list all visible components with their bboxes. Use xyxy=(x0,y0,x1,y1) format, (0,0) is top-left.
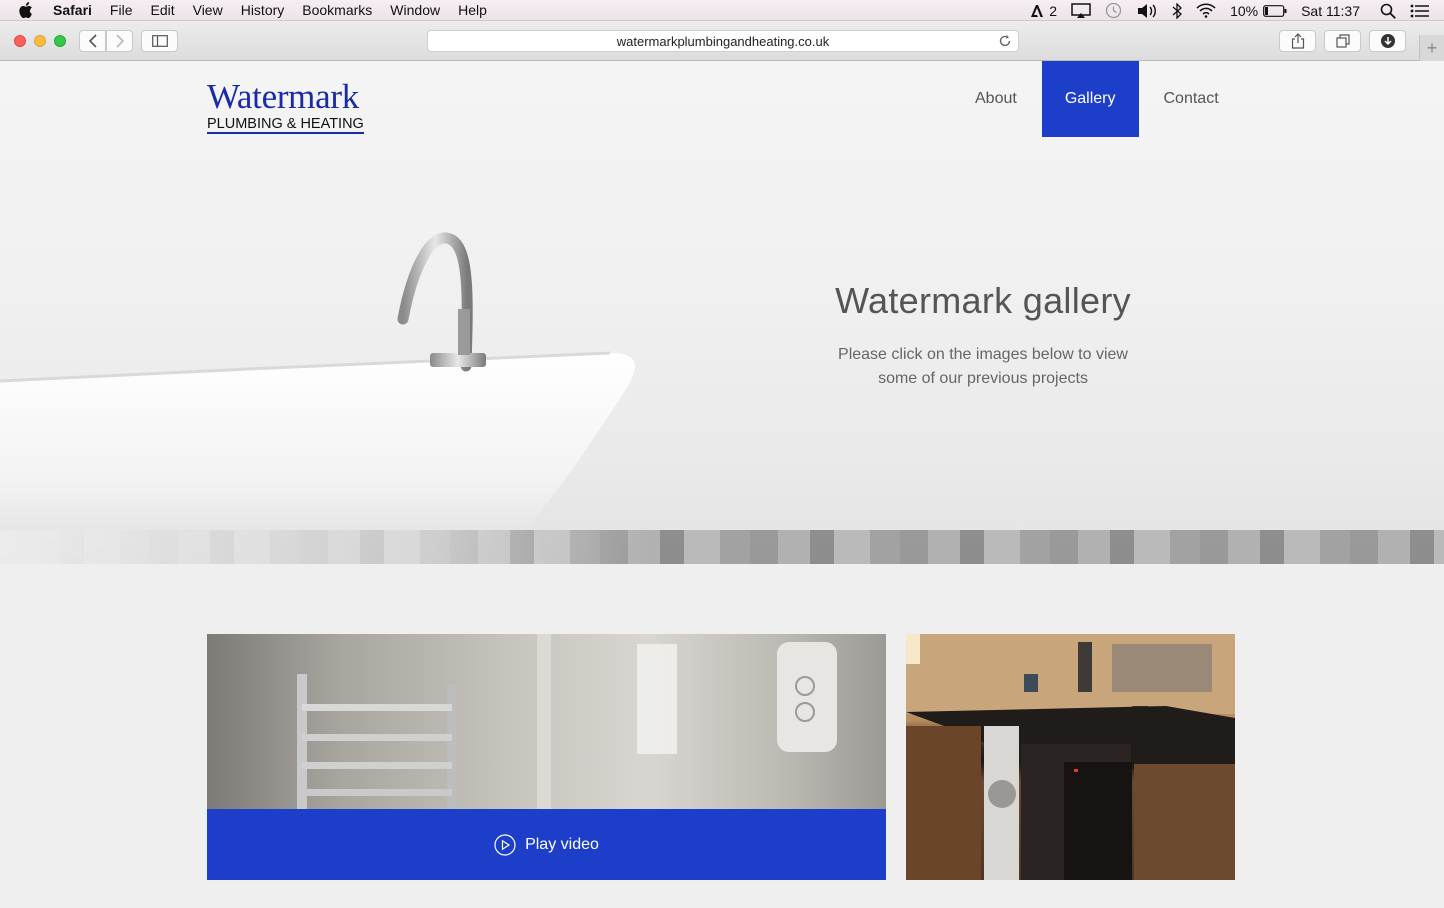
battery-percent: 10% xyxy=(1230,2,1259,19)
address-bar[interactable]: watermarkplumbingandheating.co.uk xyxy=(427,30,1019,52)
menu-bar: Safari File Edit View History Bookmarks … xyxy=(0,0,1444,21)
bathroom-photo xyxy=(297,634,837,809)
adobe-count: 2 xyxy=(1049,2,1058,19)
play-video-button[interactable]: Play video xyxy=(207,809,886,880)
gallery-tile-bathroom[interactable]: Play video xyxy=(207,634,886,880)
time-machine-icon[interactable] xyxy=(1105,2,1122,19)
share-button[interactable] xyxy=(1279,30,1316,52)
apple-menu-icon[interactable] xyxy=(19,2,37,18)
forward-button[interactable] xyxy=(106,30,133,52)
plus-icon: + xyxy=(1426,37,1438,58)
menu-history[interactable]: History xyxy=(241,0,285,21)
reload-icon[interactable] xyxy=(998,34,1012,51)
adobe-status[interactable]: 2 xyxy=(1030,3,1057,19)
logo-tagline: PLUMBING & HEATING xyxy=(207,116,364,134)
menu-help[interactable]: Help xyxy=(458,0,487,21)
floor-image xyxy=(0,530,1444,564)
minimize-window-button[interactable] xyxy=(34,35,46,47)
download-icon xyxy=(1380,34,1395,48)
chevron-right-icon xyxy=(115,34,124,48)
hero-section: Watermark PLUMBING & HEATING About Galle… xyxy=(0,61,1444,564)
downloads-button[interactable] xyxy=(1369,30,1406,52)
adobe-icon xyxy=(1031,4,1044,17)
notification-center-icon[interactable] xyxy=(1410,4,1430,18)
site-logo[interactable]: Watermark PLUMBING & HEATING xyxy=(207,79,379,134)
kitchen-photo xyxy=(906,634,1235,880)
bathtub-image xyxy=(0,232,635,564)
play-icon xyxy=(494,833,516,856)
browser-toolbar: watermarkplumbingandheating.co.uk + xyxy=(0,21,1444,61)
sidebar-icon xyxy=(151,35,168,47)
volume-icon[interactable] xyxy=(1136,3,1158,19)
bluetooth-icon[interactable] xyxy=(1172,2,1183,19)
hero-text: Watermark gallery Please click on the im… xyxy=(810,279,1156,391)
clock[interactable]: Sat 11:37 xyxy=(1301,3,1360,19)
menu-safari[interactable]: Safari xyxy=(53,0,92,21)
hero-description-line2: some of our previous projects xyxy=(878,370,1088,387)
menu-window[interactable]: Window xyxy=(390,0,440,21)
battery-status[interactable]: 10% xyxy=(1230,3,1287,19)
logo-wordmark: Watermark xyxy=(207,77,359,116)
menu-edit[interactable]: Edit xyxy=(150,0,174,21)
main-nav: About Gallery Contact xyxy=(950,61,1244,137)
tabs-icon xyxy=(1335,34,1350,48)
zoom-window-button[interactable] xyxy=(54,35,66,47)
gallery-tile-kitchen[interactable] xyxy=(906,634,1235,880)
wifi-icon[interactable] xyxy=(1196,3,1216,18)
battery-icon xyxy=(1263,4,1287,17)
url-text: watermarkplumbingandheating.co.uk xyxy=(616,33,830,49)
menu-bookmarks[interactable]: Bookmarks xyxy=(302,0,372,21)
share-icon xyxy=(1291,33,1304,49)
new-tab-button[interactable]: + xyxy=(1419,35,1444,61)
back-button[interactable] xyxy=(79,30,106,52)
sidebar-toggle-button[interactable] xyxy=(141,30,178,52)
menu-file[interactable]: File xyxy=(110,0,133,21)
status-menus: 2 10% Sat 11:37 xyxy=(1030,0,1444,21)
spotlight-icon[interactable] xyxy=(1380,3,1396,19)
tab-overview-button[interactable] xyxy=(1324,30,1361,52)
nav-contact[interactable]: Contact xyxy=(1139,61,1244,137)
close-window-button[interactable] xyxy=(14,35,26,47)
airplay-icon[interactable] xyxy=(1071,2,1091,19)
nav-gallery[interactable]: Gallery xyxy=(1041,61,1139,137)
hero-description-line1: Please click on the images below to view xyxy=(838,346,1128,363)
page-title: Watermark gallery xyxy=(835,280,1131,321)
nav-about[interactable]: About xyxy=(950,61,1042,137)
play-video-label: Play video xyxy=(525,835,599,853)
menu-view[interactable]: View xyxy=(193,0,223,21)
chevron-left-icon xyxy=(88,34,97,48)
